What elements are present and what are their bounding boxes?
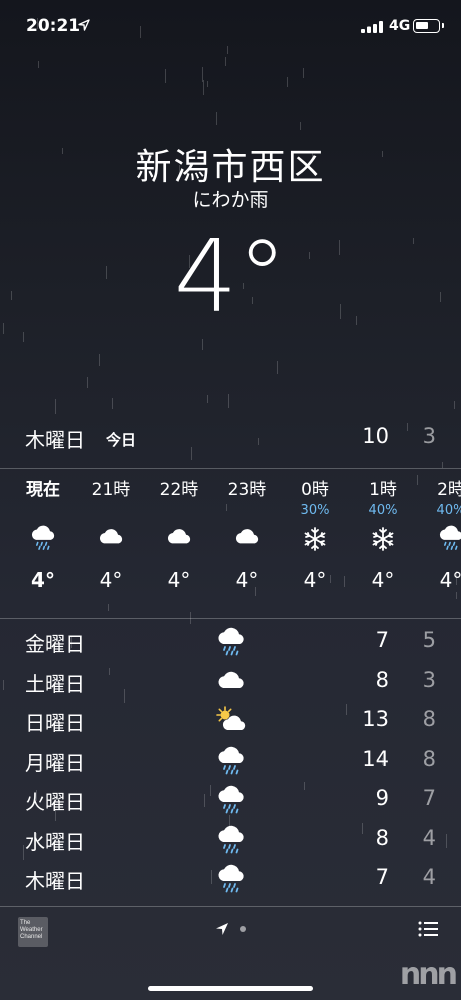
precipitation-chance: [145, 502, 213, 520]
rain-cloud-icon: [214, 626, 248, 656]
day-name: 木曜日: [25, 869, 85, 893]
precipitation-chance: [9, 502, 77, 520]
day-low: 8: [422, 707, 436, 731]
hourly-item: 0時 30% 4°: [281, 478, 349, 592]
hourly-item: 23時 4°: [213, 478, 281, 592]
daily-row: 水曜日 8 4: [0, 822, 461, 862]
day-high: 7: [375, 865, 389, 889]
daily-row: 木曜日 7 4: [0, 861, 461, 901]
weather-channel-logo[interactable]: The Weather Channel: [18, 917, 48, 947]
hour-label: 2時: [437, 480, 461, 500]
today-low: 3: [422, 424, 436, 448]
hourly-item: 2時 40% 4°: [417, 478, 461, 592]
day-low: 4: [422, 825, 436, 850]
day-name: 水曜日: [25, 829, 85, 854]
rain-cloud-icon: [214, 745, 248, 775]
partly-sunny-icon: [214, 705, 248, 735]
current-location-page-icon[interactable]: [215, 922, 229, 936]
precipitation-chance: [213, 502, 281, 520]
day-low: 3: [422, 667, 436, 692]
precipitation-chance: 40%: [436, 503, 461, 518]
hour-temperature: 4°: [235, 568, 259, 592]
hour-label: 現在: [26, 480, 60, 500]
rain-cloud-icon: [28, 524, 58, 554]
precipitation-chance: 30%: [300, 503, 330, 518]
hour-temperature: 4°: [167, 568, 191, 592]
precipitation-chance: 40%: [368, 503, 398, 518]
hourly-item: 1時 40% 4°: [349, 478, 417, 592]
daily-row: 金曜日 7 5: [0, 624, 461, 664]
location-arrow-icon: [78, 19, 90, 31]
city-name: 新潟市西区: [135, 147, 326, 188]
current-condition: にわか雨: [192, 189, 269, 211]
snowflake-icon: [368, 524, 398, 554]
rain-cloud-icon: [214, 784, 248, 814]
day-high: 14: [362, 746, 389, 771]
current-temperature: 4°: [173, 218, 288, 335]
today-badge: 今日: [106, 431, 137, 449]
hour-temperature: 4°: [31, 568, 55, 592]
divider: [0, 468, 461, 469]
hour-label: 1時: [369, 480, 397, 500]
daily-row: 土曜日 8 3: [0, 664, 461, 704]
day-high: 8: [375, 825, 389, 850]
day-low: 5: [422, 628, 436, 652]
cellular-signal-icon: [361, 21, 383, 33]
cloud-icon: [214, 666, 248, 696]
hourly-forecast[interactable]: 現在 4° 21時 4° 22時 4° 23時 4° 0時 30% 4° 1時 40% 4° 2時 40% 4°: [0, 478, 461, 608]
day-low: 4: [422, 865, 436, 889]
day-name: 月曜日: [25, 750, 85, 775]
watermark-logo: nnn: [399, 957, 458, 992]
today-day: 木曜日: [25, 428, 85, 452]
hour-label: 23時: [227, 480, 267, 500]
day-low: 8: [422, 746, 436, 771]
hourly-item: 22時 4°: [145, 478, 213, 592]
day-name: 土曜日: [25, 671, 85, 696]
today-row: 木曜日 今日 10 3: [0, 424, 461, 454]
list-icon[interactable]: [418, 921, 438, 937]
daily-row: 月曜日 14 8: [0, 743, 461, 783]
cloud-icon: [96, 524, 126, 554]
day-low: 7: [422, 786, 436, 810]
home-indicator[interactable]: [148, 986, 313, 991]
page-indicator-dot[interactable]: [240, 926, 246, 932]
day-name: 日曜日: [25, 711, 85, 735]
snowflake-icon: [300, 524, 330, 554]
hour-temperature: 4°: [303, 568, 327, 592]
day-high: 13: [362, 707, 389, 731]
daily-row: 日曜日 13 8: [0, 703, 461, 743]
today-high: 10: [362, 424, 389, 448]
rain-cloud-icon: [214, 863, 248, 893]
daily-row: 火曜日 9 7: [0, 782, 461, 822]
hour-temperature: 4°: [371, 568, 395, 592]
status-bar: 20:21 4G: [0, 0, 461, 58]
hour-label: 0時: [301, 480, 329, 500]
cloud-icon: [164, 524, 194, 554]
day-high: 7: [375, 628, 389, 652]
hour-temperature: 4°: [439, 568, 461, 592]
day-name: 金曜日: [25, 632, 85, 656]
hour-temperature: 4°: [99, 568, 123, 592]
precipitation-chance: [77, 502, 145, 520]
day-high: 8: [375, 667, 389, 692]
network-type: 4G: [389, 18, 411, 34]
status-time: 20:21: [26, 16, 81, 36]
day-name: 火曜日: [25, 790, 85, 814]
daily-forecast: 金曜日 7 5 土曜日 8 3 日曜日 13 8 月曜日 14 8 火曜日 9 7 水曜日 8 4 木曜日 7 4: [0, 624, 461, 901]
rain-cloud-icon: [214, 824, 248, 854]
day-high: 9: [375, 786, 389, 810]
divider: [0, 618, 461, 619]
bottom-bar: The Weather Channel nnn: [0, 907, 461, 1000]
hour-label: 21時: [91, 480, 131, 500]
hourly-item: 現在 4°: [9, 478, 77, 592]
hourly-item: 21時 4°: [77, 478, 145, 592]
cloud-icon: [232, 524, 262, 554]
battery-icon: [413, 19, 444, 33]
rain-cloud-icon: [436, 524, 461, 554]
hour-label: 22時: [159, 480, 199, 500]
